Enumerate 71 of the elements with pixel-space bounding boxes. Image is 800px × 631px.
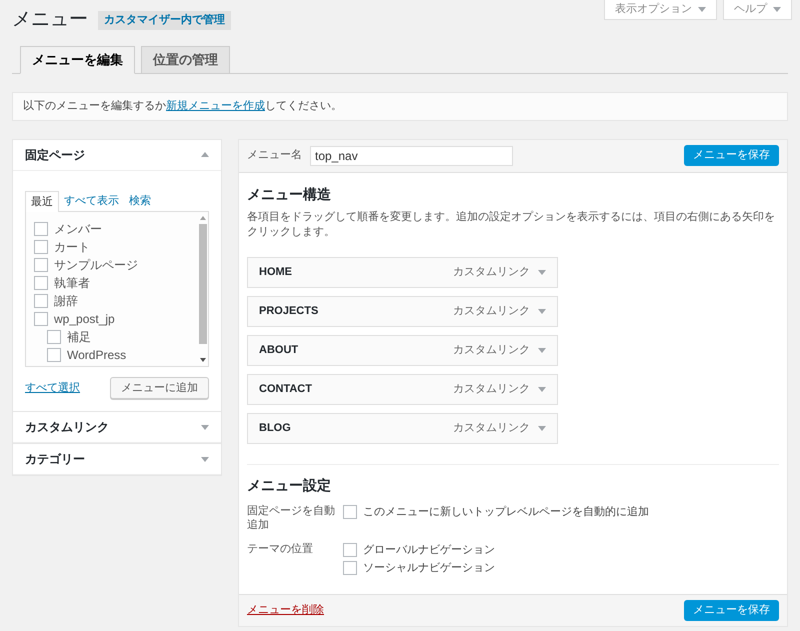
menu-item-bar[interactable]: HOME カスタムリンク <box>247 256 558 288</box>
expand-arrow-icon[interactable] <box>773 7 781 12</box>
menu-item-title: CONTACT <box>259 382 312 397</box>
section-title[interactable]: カテゴリー <box>25 450 85 468</box>
page-label: 謝辞 <box>54 293 78 310</box>
setting-label: テーマの位置 <box>247 542 314 556</box>
option-label: グローバルナビゲーション <box>363 542 495 558</box>
checkbox[interactable] <box>34 276 48 290</box>
customizer-button[interactable]: カスタマイザー内で管理 <box>98 10 231 30</box>
menu-item-title: ABOUT <box>259 342 298 358</box>
checkbox[interactable] <box>34 294 48 308</box>
create-menu-link[interactable]: 新規メニューを作成 <box>166 100 265 112</box>
menu-item-title: BLOG <box>259 420 291 436</box>
checkbox[interactable] <box>343 561 357 576</box>
panel-tab[interactable]: 最近 <box>25 190 59 212</box>
expand-arrow-icon[interactable] <box>201 456 209 462</box>
checkbox[interactable] <box>34 312 48 326</box>
page-label: 補足 <box>67 329 91 346</box>
page-label: wp_post_jp <box>54 311 115 328</box>
option-label: ソーシャルナビゲーション <box>363 561 495 576</box>
select-all-link[interactable]: すべて選択 <box>25 380 80 396</box>
notice-text: 以下のメニューを編集するか新規メニューを作成 してください。 <box>23 98 342 114</box>
option-label: このメニューに新しいトップレベルページを自動的に追加 <box>363 504 649 520</box>
menu-item-type: カスタムリンク <box>453 304 530 319</box>
page-title: メニュー <box>12 8 88 32</box>
setting-label: 固定ページを自動追加 <box>247 504 336 532</box>
menu-item-bar[interactable]: BLOG カスタムリンク <box>247 412 558 444</box>
menu-item-type: カスタムリンク <box>453 382 530 397</box>
menu-item-bar[interactable]: PROJECTS カスタムリンク <box>247 296 558 326</box>
panel-tab[interactable]: すべて表示 <box>59 190 124 211</box>
page-label: メンバー <box>54 221 102 238</box>
help-button[interactable]: ヘルプ <box>723 0 792 20</box>
checkbox[interactable] <box>47 348 61 362</box>
expand-arrow-icon[interactable] <box>538 270 546 274</box>
menu-item-title: PROJECTS <box>259 304 318 319</box>
page-label: サンプルページ <box>54 257 138 274</box>
delete-menu-link[interactable]: メニューを削除 <box>247 602 324 618</box>
add-to-menu-button[interactable]: メニューに追加 <box>110 377 209 399</box>
expand-arrow-icon[interactable] <box>538 308 546 314</box>
menu-item-title: HOME <box>259 264 292 280</box>
menu-item-bar[interactable]: CONTACT カスタムリンク <box>247 374 558 404</box>
expand-arrow-icon[interactable] <box>201 424 209 430</box>
checkbox[interactable] <box>34 222 48 236</box>
checkbox[interactable] <box>34 240 48 254</box>
menu-name-field[interactable]: top_nav <box>310 146 513 166</box>
section-heading: メニュー設定 <box>247 476 332 494</box>
nav-tab[interactable]: 位置の管理 <box>141 46 230 74</box>
expand-arrow-icon[interactable] <box>538 386 546 392</box>
section-title[interactable]: 固定ページ <box>25 146 85 164</box>
nav-tab[interactable]: メニューを編集 <box>20 46 135 74</box>
section-title[interactable]: カスタムリンク <box>25 418 109 436</box>
page-label: 執筆者 <box>54 275 90 292</box>
menu-item-type: カスタムリンク <box>453 342 530 358</box>
expand-arrow-icon[interactable] <box>538 426 546 430</box>
collapse-arrow-icon[interactable] <box>201 152 209 157</box>
checkbox[interactable] <box>343 504 357 519</box>
section-heading: メニュー構造 <box>247 184 332 204</box>
menu-item-type: カスタムリンク <box>453 420 530 436</box>
menu-item-type: カスタムリンク <box>453 264 530 280</box>
checkbox[interactable] <box>343 542 357 557</box>
menu-item-bar[interactable]: ABOUT カスタムリンク <box>247 334 558 366</box>
checkbox[interactable] <box>34 258 48 272</box>
menu-name-label: メニュー名 <box>247 148 302 164</box>
screen-options-button[interactable]: 表示オプション <box>604 0 717 20</box>
panel-tab[interactable]: 検索 <box>124 190 156 211</box>
expand-arrow-icon[interactable] <box>698 7 706 12</box>
page-label: カート <box>54 239 90 256</box>
help-text: 各項目をドラッグして順番を変更します。追加の設定オプションを表示するには、項目の右側にある矢印をクリックします。 <box>247 210 776 240</box>
checkbox[interactable] <box>47 330 61 344</box>
page-label: WordPress <box>67 347 126 364</box>
expand-arrow-icon[interactable] <box>538 348 546 352</box>
